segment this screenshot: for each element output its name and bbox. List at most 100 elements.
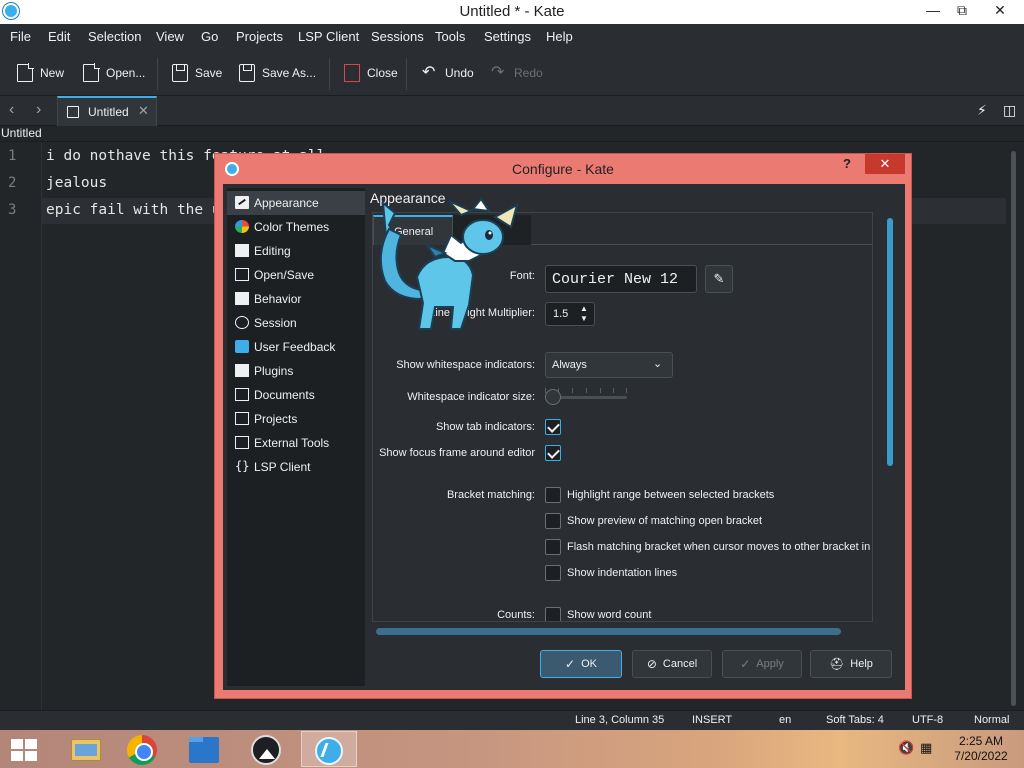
line-number-gutter: 1 2 3 xyxy=(0,143,42,710)
vertical-scrollbar-thumb[interactable] xyxy=(887,218,893,466)
settings-horizontal-scrollbar[interactable] xyxy=(376,628,841,635)
tab-close-icon[interactable]: ✕ xyxy=(138,103,149,119)
document-icon xyxy=(67,106,79,118)
volume-muted-icon[interactable]: 🔇 xyxy=(898,740,914,756)
menu-help[interactable]: Help xyxy=(546,29,573,44)
sidebar-item-behavior[interactable]: Behavior xyxy=(227,287,365,311)
sidebar-item-lsp-client[interactable]: {} LSP Client xyxy=(227,455,365,479)
settings-vertical-scrollbar[interactable] xyxy=(886,218,894,466)
system-clock[interactable]: 2:25 AM 7/20/2022 xyxy=(946,734,1016,764)
minimize-button[interactable]: — xyxy=(918,0,948,22)
menu-file[interactable]: File xyxy=(10,29,31,44)
tab-untitled[interactable]: Untitled ✕ xyxy=(57,96,157,126)
spin-arrows-icon[interactable]: ▲ ▼ xyxy=(580,304,588,324)
taskbar-kate[interactable] xyxy=(301,731,357,767)
menu-settings[interactable]: Settings xyxy=(484,29,531,44)
line-height-spinbox[interactable]: 1.5 ▲ ▼ xyxy=(545,302,595,326)
editor-line[interactable]: jealous xyxy=(46,175,107,191)
sidebar-item-projects[interactable]: Projects xyxy=(227,407,365,431)
split-view-icon[interactable]: ◫ xyxy=(1003,102,1016,119)
sidebar-item-appearance[interactable]: Appearance xyxy=(227,191,365,215)
sidebar-item-session[interactable]: Session xyxy=(227,311,365,335)
sidebar-item-label: Editing xyxy=(254,244,291,258)
word-count-label[interactable]: Show word count xyxy=(567,609,651,621)
whitespace-dropdown[interactable]: Always ⌄ xyxy=(545,352,673,378)
dictionary-language[interactable]: en xyxy=(779,714,791,726)
behavior-icon xyxy=(235,292,249,305)
whitespace-size-label: Whitespace indicator size: xyxy=(407,391,535,403)
sidebar-item-documents[interactable]: Documents xyxy=(227,383,365,407)
highlight-brackets-checkbox[interactable] xyxy=(545,487,561,503)
toolbar-separator xyxy=(329,58,330,90)
menu-selection[interactable]: Selection xyxy=(88,29,141,44)
menu-go[interactable]: Go xyxy=(201,29,218,44)
close-window-button[interactable]: ✕ xyxy=(985,0,1015,22)
sidebar-item-external-tools[interactable]: External Tools xyxy=(227,431,365,455)
help-button[interactable]: ⛑ Help xyxy=(810,650,892,678)
sidebar-item-user-feedback[interactable]: User Feedback xyxy=(227,335,365,359)
restore-button[interactable]: ⧉ xyxy=(947,0,977,22)
start-button[interactable] xyxy=(0,731,56,767)
tab-indicators-checkbox[interactable] xyxy=(545,419,561,435)
undo-button[interactable]: ↶ Undo xyxy=(422,62,474,84)
menu-lsp-client[interactable]: LSP Client xyxy=(298,29,359,44)
redo-button-label: Redo xyxy=(514,66,543,80)
sidebar-item-label: LSP Client xyxy=(254,460,311,474)
preview-bracket-label[interactable]: Show preview of matching open bracket xyxy=(567,515,762,527)
dialog-close-button[interactable]: ✕ xyxy=(865,154,905,174)
taskbar-files[interactable] xyxy=(177,731,233,767)
appearance-icon xyxy=(235,196,249,209)
dialog-help-icon[interactable]: ? xyxy=(843,156,851,171)
editor-scrollbar[interactable] xyxy=(1007,143,1021,710)
apply-button[interactable]: ✓ Apply xyxy=(722,650,802,678)
ok-button[interactable]: ✓ OK xyxy=(540,650,622,678)
menu-edit[interactable]: Edit xyxy=(48,29,70,44)
title-bar: Untitled * - Kate — ⧉ ✕ xyxy=(0,0,1024,24)
flash-bracket-checkbox[interactable] xyxy=(545,539,561,555)
network-icon[interactable]: ▦ xyxy=(920,740,932,756)
sidebar-item-open-save[interactable]: Open/Save xyxy=(227,263,365,287)
new-button[interactable]: New xyxy=(17,62,64,84)
taskbar-photos[interactable] xyxy=(239,731,295,767)
open-button[interactable]: Open... xyxy=(83,62,145,84)
open-button-label: Open... xyxy=(106,66,146,80)
flash-bracket-label[interactable]: Flash matching bracket when cursor moves… xyxy=(567,541,872,553)
taskbar-file-explorer[interactable] xyxy=(57,731,113,767)
menu-tools[interactable]: Tools xyxy=(435,29,465,44)
menu-view[interactable]: View xyxy=(156,29,184,44)
choose-font-button[interactable]: ✎ xyxy=(705,265,733,293)
cancel-button[interactable]: ⊘ Cancel xyxy=(632,650,712,678)
sidebar-item-plugins[interactable]: Plugins xyxy=(227,359,365,383)
new-document-icon xyxy=(17,63,34,82)
indentation-lines-checkbox[interactable] xyxy=(545,565,561,581)
slider-handle[interactable] xyxy=(545,389,561,405)
menu-sessions[interactable]: Sessions xyxy=(371,29,424,44)
save-as-button[interactable]: Save As... xyxy=(239,62,316,84)
preview-bracket-checkbox[interactable] xyxy=(545,513,561,529)
forward-arrow-icon[interactable]: › xyxy=(36,101,41,119)
window-title: Untitled * - Kate xyxy=(459,3,565,20)
taskbar-chrome[interactable] xyxy=(115,731,171,767)
editor-scrollbar-thumb[interactable] xyxy=(1011,151,1016,706)
bracket-matching-label: Bracket matching: xyxy=(446,489,535,501)
syntax-mode[interactable]: Normal xyxy=(974,714,1009,726)
back-arrow-icon[interactable]: ‹ xyxy=(9,101,14,119)
highlight-brackets-label[interactable]: Highlight range between selected bracket… xyxy=(567,489,774,501)
sidebar-item-editing[interactable]: Editing xyxy=(227,239,365,263)
indentation-setting[interactable]: Soft Tabs: 4 xyxy=(826,714,884,726)
focus-frame-label: Show focus frame around editor xyxy=(379,447,535,459)
indentation-lines-label[interactable]: Show indentation lines xyxy=(567,567,677,579)
sidebar-item-color-themes[interactable]: Color Themes xyxy=(227,215,365,239)
save-as-button-label: Save As... xyxy=(262,66,317,80)
input-mode[interactable]: INSERT xyxy=(692,714,732,726)
close-document-button[interactable]: Close xyxy=(344,62,398,84)
whitespace-size-slider[interactable] xyxy=(545,388,627,406)
file-encoding[interactable]: UTF-8 xyxy=(912,714,943,726)
cursor-position[interactable]: Line 3, Column 35 xyxy=(575,714,664,726)
save-button[interactable]: Save xyxy=(172,62,222,84)
word-count-checkbox[interactable] xyxy=(545,607,561,621)
focus-frame-checkbox[interactable] xyxy=(545,445,561,461)
redo-button[interactable]: ↷ Redo xyxy=(491,62,543,84)
menu-projects[interactable]: Projects xyxy=(236,29,283,44)
quick-open-icon[interactable]: ⚡ xyxy=(977,102,987,119)
